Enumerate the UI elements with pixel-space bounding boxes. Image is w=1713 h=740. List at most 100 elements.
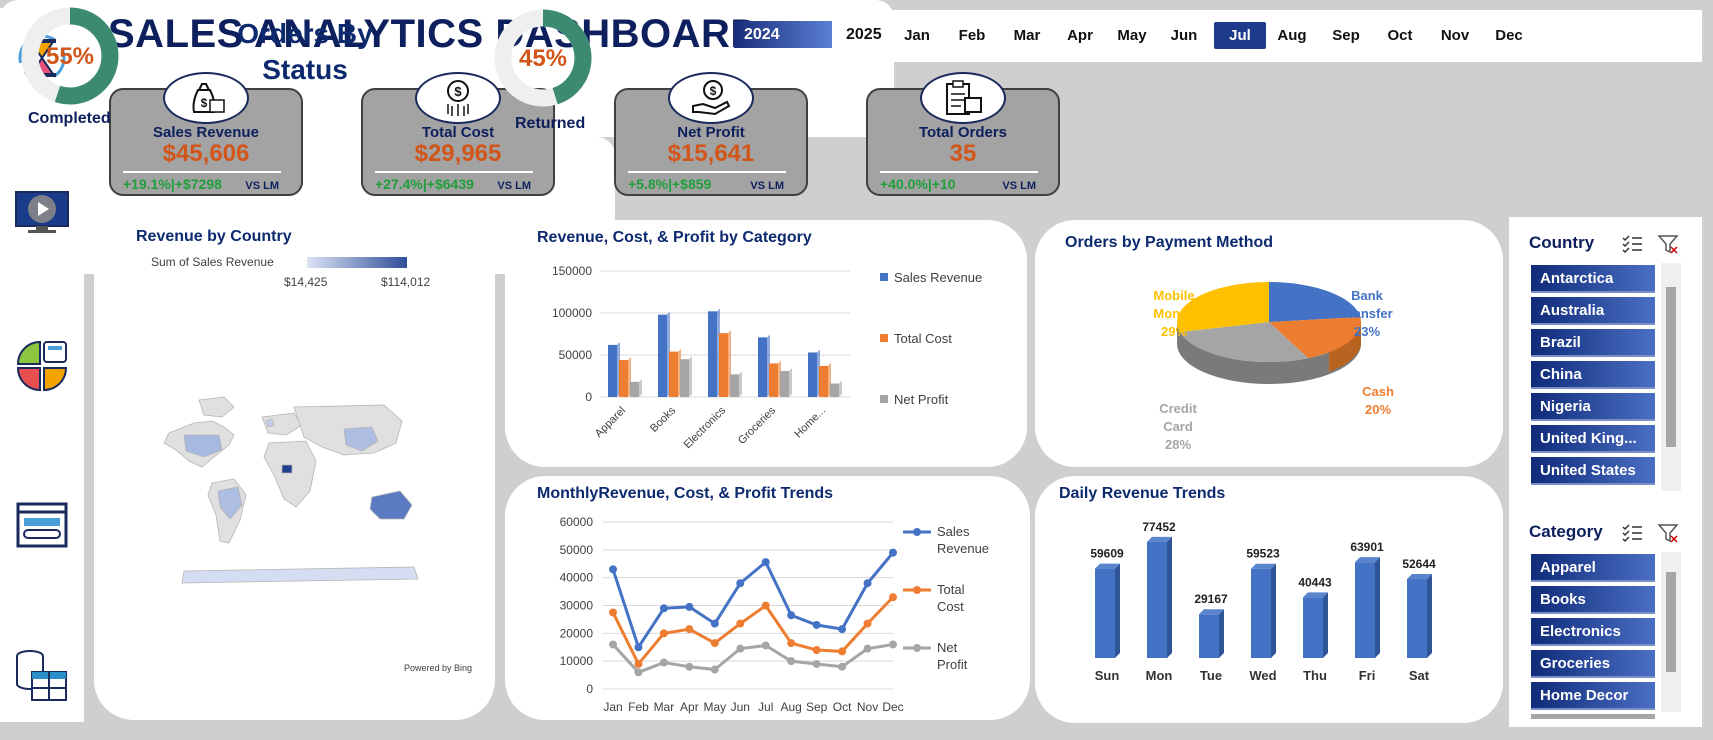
daily-bar	[1095, 568, 1115, 658]
daily-bar-svg: 59609 Sun 77452 Mon 29167 Tue 59523 Wed 40443 Thu…	[1090, 520, 1436, 683]
video-monitor-icon[interactable]	[14, 184, 70, 240]
x-tick-label: Jul	[758, 700, 773, 714]
daily-x-label: Thu	[1303, 668, 1327, 683]
pie-label-pct: 20%	[1365, 402, 1391, 417]
kpi-title: Sales Revenue	[153, 124, 259, 141]
slicer-item-antarctica[interactable]: Antarctica	[1531, 265, 1655, 293]
completed-donut: 55%	[21, 7, 119, 105]
line-point	[710, 619, 719, 628]
slicer-item-apparel[interactable]: Apparel	[1531, 554, 1655, 582]
line-point	[634, 668, 643, 677]
bar-total-cost	[719, 333, 728, 397]
daily-value-label: 63901	[1350, 540, 1384, 554]
daily-x-label: Fri	[1359, 668, 1376, 683]
country-slicer-title: Country	[1529, 233, 1595, 252]
line-point	[609, 565, 617, 574]
line-point	[659, 629, 668, 638]
month-button-nov[interactable]: Nov	[1435, 22, 1475, 49]
daily-bar	[1199, 614, 1219, 658]
line-point	[609, 608, 617, 617]
legend-label: Sales Revenue	[894, 270, 982, 285]
category-slicer-title: Category	[1529, 522, 1603, 541]
slicer-item-brazil[interactable]: Brazil	[1531, 329, 1655, 357]
slicer-item-nigeria[interactable]: Nigeria	[1531, 393, 1655, 421]
x-tick-label: Jan	[603, 700, 622, 714]
legend-marker	[913, 528, 921, 536]
daily-bar-side	[1167, 536, 1172, 658]
greenland	[198, 396, 235, 418]
kpi-divider	[628, 171, 786, 173]
pie-label-name: Mobile	[1153, 288, 1194, 303]
slicer-item-books[interactable]: Books	[1531, 586, 1655, 614]
monthly-chart-panel: MonthlyRevenue, Cost, & Profit Trends 60…	[505, 476, 1030, 720]
payment-pie-svg: Bank Transfer 23% Cash 20% Credit Card 28% Mobil…	[1153, 282, 1394, 452]
x-tick-label: Groceries	[736, 404, 779, 447]
map-legend-max: $114,012	[381, 275, 431, 289]
legend-label: Profit	[937, 657, 968, 672]
completed-pct: 55%	[46, 43, 94, 70]
clear-filter-icon[interactable]	[1657, 233, 1679, 255]
line-point	[736, 644, 745, 653]
map-legend-gradient	[307, 257, 407, 268]
slicer-item-australia[interactable]: Australia	[1531, 297, 1655, 325]
daily-x-label: Sat	[1409, 668, 1430, 683]
x-tick-label: Feb	[628, 700, 649, 714]
legend-label: Revenue	[937, 541, 989, 556]
australia	[369, 490, 413, 520]
daily-value-label: 29167	[1194, 592, 1228, 606]
line-point	[710, 639, 719, 648]
category-chart-svg: 150000 100000 50000 0Apparel Books Electronic…	[552, 264, 982, 451]
country-scroll-thumb[interactable]	[1666, 287, 1676, 447]
kpi-divider	[880, 171, 1038, 173]
bar-side	[689, 356, 692, 397]
slicer-item-china[interactable]: China	[1531, 361, 1655, 389]
x-tick-label: Nov	[857, 700, 878, 714]
dashboard-tiles-icon[interactable]	[14, 338, 70, 394]
kpi-card-total-orders: Total Orders 35 +40.0%|+10 VS LM	[866, 72, 1060, 196]
kpi-value: 35	[949, 140, 977, 167]
month-button-sep[interactable]: Sep	[1326, 22, 1366, 49]
x-tick-label: Sep	[806, 700, 828, 714]
slicer-item-groceries[interactable]: Groceries	[1531, 650, 1655, 678]
multi-select-icon[interactable]	[1621, 233, 1643, 255]
month-button-jun[interactable]: Jun	[1164, 22, 1204, 49]
month-button-jul[interactable]: Jul	[1214, 22, 1266, 49]
month-button-jan[interactable]: Jan	[897, 22, 937, 49]
daily-bar-side	[1219, 609, 1224, 658]
slicer-item-electronics[interactable]: Electronics	[1531, 618, 1655, 646]
daily-bar-side	[1427, 574, 1432, 658]
kpi-change: +19.1%|+$7298	[123, 176, 222, 192]
slicer-item-united-king-[interactable]: United King...	[1531, 425, 1655, 453]
line-net-profit	[611, 642, 894, 675]
multi-select-icon[interactable]	[1621, 522, 1643, 544]
bar-total-cost	[619, 360, 628, 397]
slicer-item-united-states[interactable]: United States	[1531, 457, 1655, 485]
month-button-mar[interactable]: Mar	[1007, 22, 1047, 49]
line-point	[736, 579, 745, 588]
x-tick-label: Oct	[833, 700, 852, 714]
slicer-item-home-decor[interactable]: Home Decor	[1531, 682, 1655, 710]
kpi-vs-label: VS LM	[750, 180, 784, 192]
month-button-oct[interactable]: Oct	[1380, 22, 1420, 49]
line-total-cost	[611, 596, 895, 667]
bar-side	[639, 378, 642, 397]
category-scroll-thumb[interactable]	[1666, 572, 1676, 672]
month-button-apr[interactable]: Apr	[1060, 22, 1100, 49]
pie-label-pct: 29%	[1161, 324, 1187, 339]
year-2024-button[interactable]: 2024	[734, 21, 832, 48]
line-point	[812, 620, 821, 629]
month-button-feb[interactable]: Feb	[952, 22, 992, 49]
month-button-aug[interactable]: Aug	[1272, 22, 1312, 49]
daily-bar	[1251, 568, 1271, 658]
legend-label: Sales	[937, 524, 970, 539]
form-window-icon[interactable]	[14, 498, 70, 554]
legend-label: Total Cost	[894, 331, 952, 346]
clear-filter-icon[interactable]	[1657, 522, 1679, 544]
map-title: Revenue by Country	[136, 228, 292, 245]
database-table-icon[interactable]	[14, 648, 70, 704]
world-map[interactable]	[134, 395, 464, 595]
month-button-may[interactable]: May	[1112, 22, 1152, 49]
month-button-dec[interactable]: Dec	[1489, 22, 1529, 49]
x-tick-label: May	[703, 700, 726, 714]
completed-label: Completed	[28, 110, 111, 127]
